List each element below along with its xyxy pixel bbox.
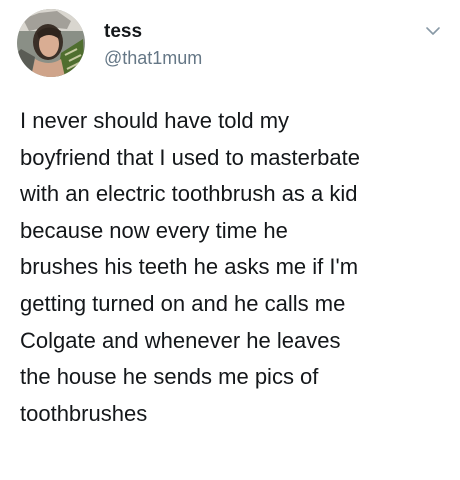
tweet-text-line: Colgate and whenever he leaves [20, 327, 341, 353]
chevron-down-icon[interactable] [424, 24, 442, 38]
user-handle[interactable]: @that1mum [104, 47, 202, 69]
tweet-text-line: toothbrushes [20, 400, 148, 426]
tweet-text-line: I never should have told my [20, 108, 290, 133]
tweet-card: tess @that1mum I never should have told … [0, 0, 460, 480]
display-name[interactable]: tess [104, 21, 142, 43]
tweet-text-line: with an electric toothbrush as a kid [20, 181, 358, 207]
avatar[interactable] [17, 9, 85, 77]
tweet-text-line: because now every time he [20, 217, 288, 243]
tweet-text-line: brushes his teeth he asks me if I'm [20, 254, 359, 280]
tweet-text: I never should have told my boyfriend th… [20, 103, 452, 432]
tweet-text-line: getting turned on and he calls me [20, 290, 346, 316]
profile-photo [17, 9, 85, 77]
tweet-text-line: boyfriend that I used to masterbate [20, 144, 360, 170]
tweet-text-line: the house he sends me pics of [20, 364, 319, 390]
